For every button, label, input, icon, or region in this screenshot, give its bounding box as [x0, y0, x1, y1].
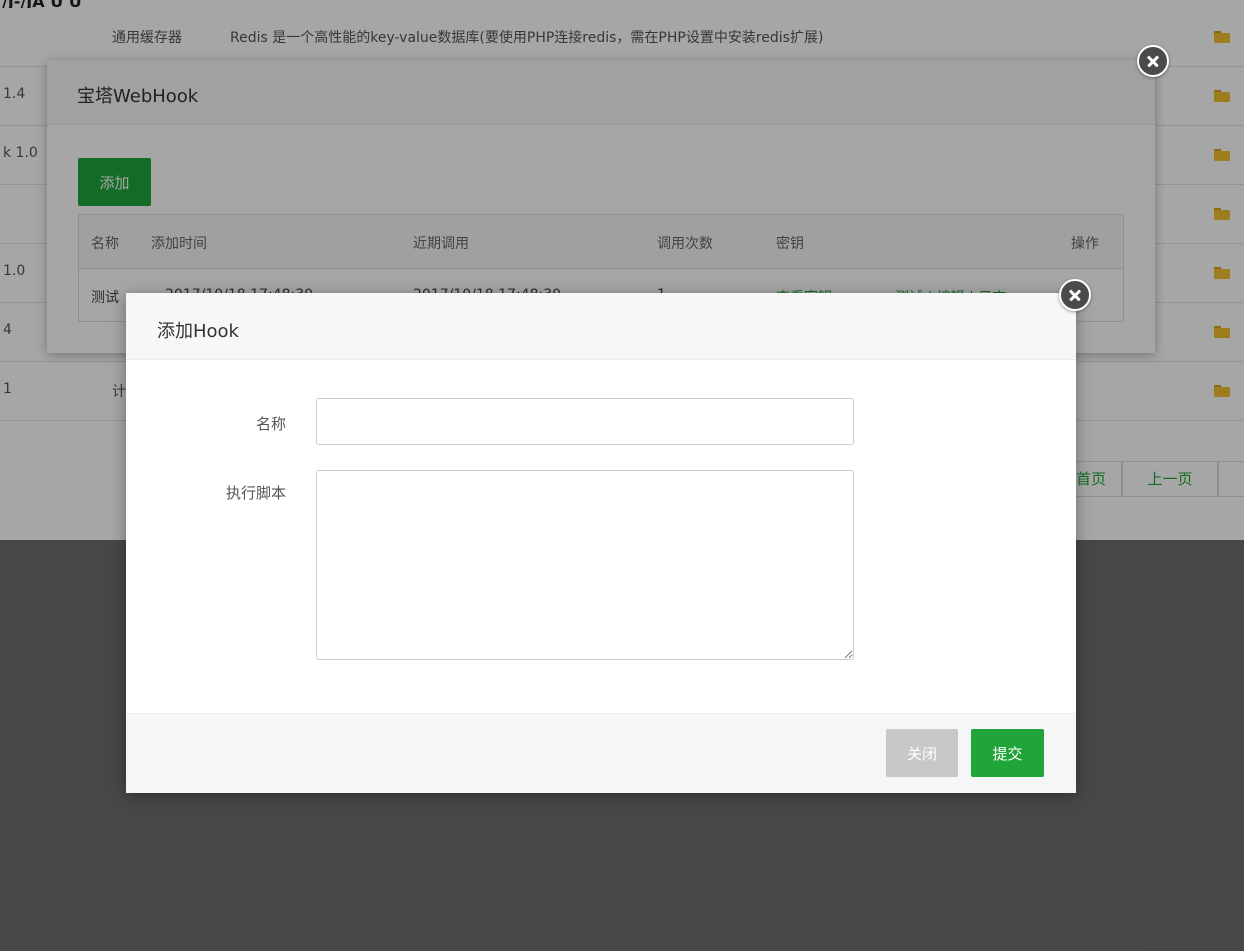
close-button[interactable]: 关闭 [886, 729, 958, 777]
dialog-footer: 关闭 提交 [126, 713, 1076, 793]
name-input[interactable] [316, 398, 854, 445]
add-hook-dialog-header: 添加Hook [126, 293, 1076, 360]
add-hook-dialog-title: 添加Hook [157, 321, 239, 342]
submit-button[interactable]: 提交 [971, 729, 1044, 777]
close-icon[interactable] [1059, 279, 1091, 311]
close-icon[interactable] [1137, 45, 1169, 77]
name-label: 名称 [255, 415, 286, 433]
script-label: 执行脚本 [225, 484, 286, 502]
script-textarea[interactable] [316, 470, 854, 660]
add-hook-dialog: 添加Hook 名称 执行脚本 关闭 提交 [126, 293, 1076, 793]
